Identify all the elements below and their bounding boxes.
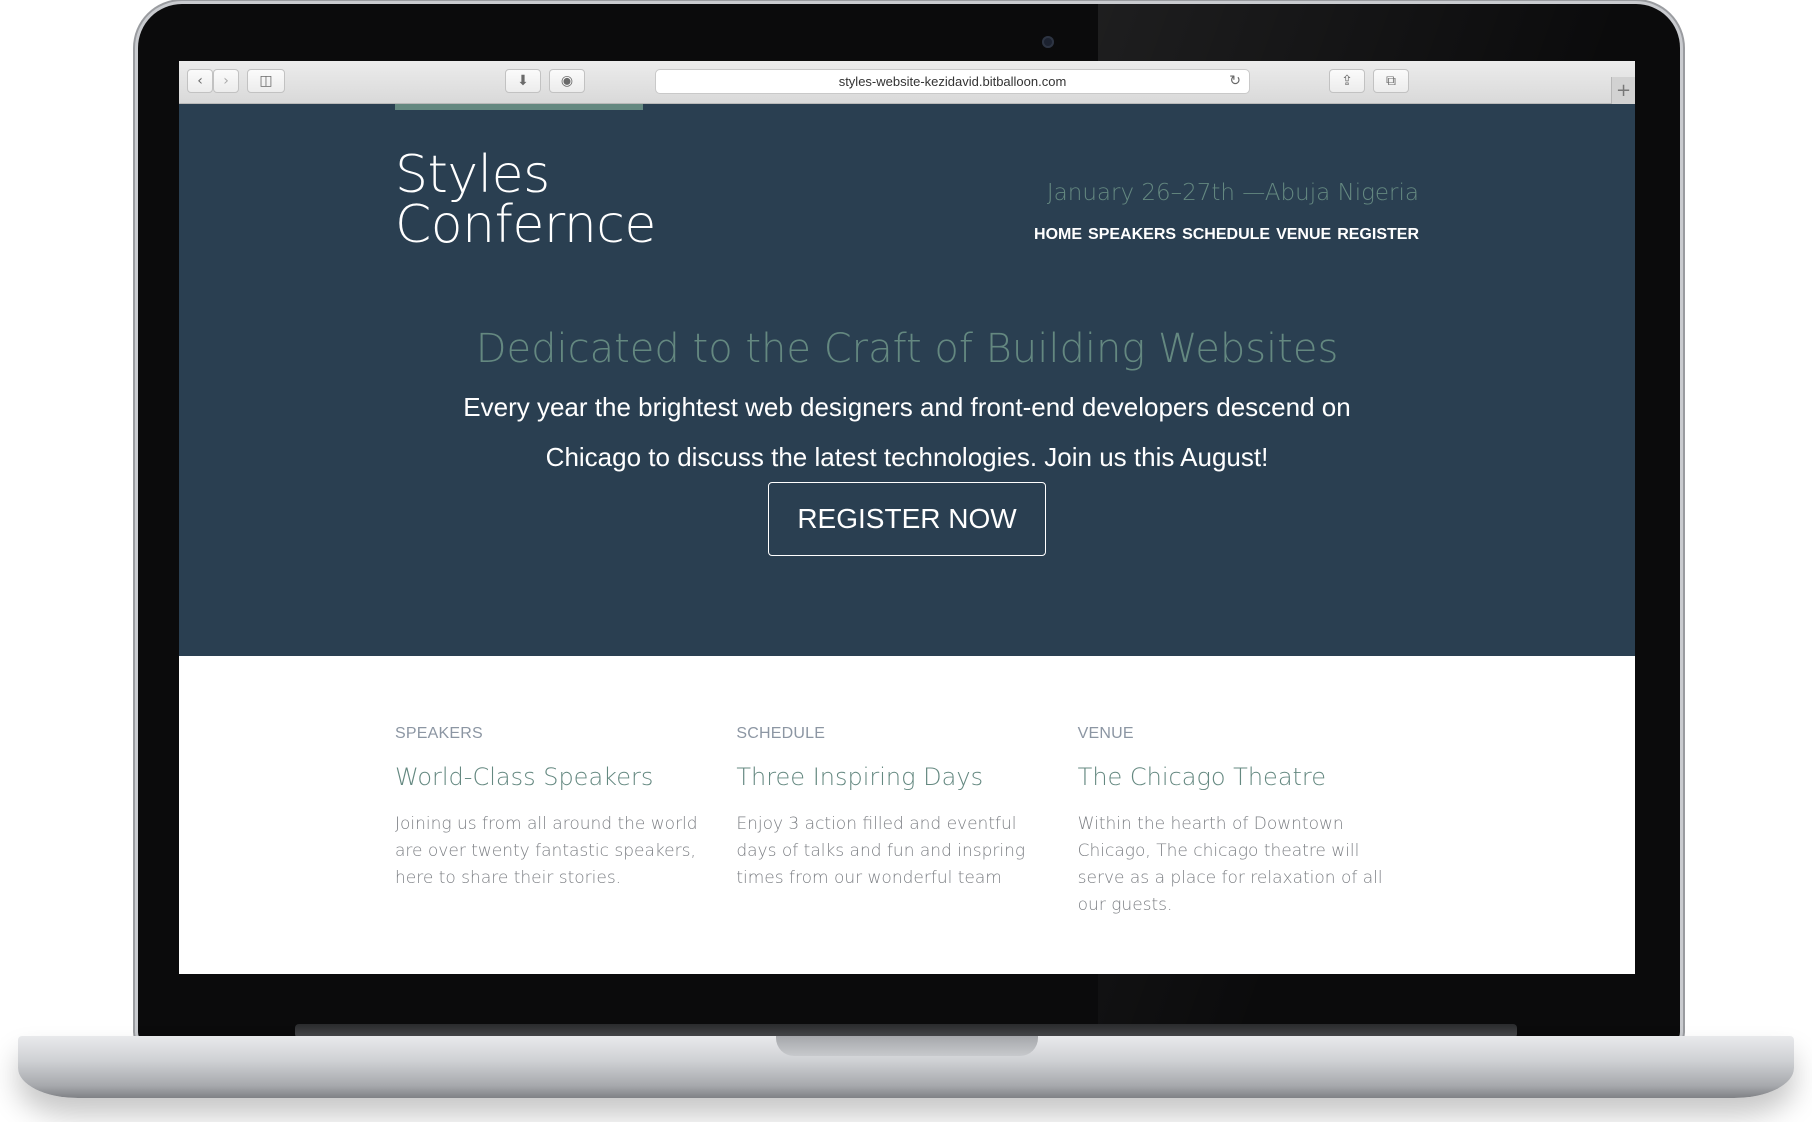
features-section: SPEAKERS World-Class Speakers Joining us… [395, 656, 1419, 974]
nav-item-register[interactable]: REGISTER [1337, 226, 1419, 244]
camera-icon [1042, 36, 1054, 48]
hero-title: Dedicated to the Craft of Building Websi… [475, 326, 1339, 372]
new-tab-button[interactable]: + [1611, 77, 1635, 104]
back-button[interactable]: ‹ [187, 69, 213, 93]
feature-label: SPEAKERS [395, 725, 483, 742]
hero-section: Styles Confernce January 26–27th —Abuja … [179, 104, 1635, 656]
feature-title[interactable]: World-Class Speakers [395, 763, 706, 791]
chevron-right-icon: › [223, 73, 229, 89]
plus-icon: + [1615, 80, 1632, 101]
feature-schedule: SCHEDULE Three Inspiring Days Enjoy 3 ac… [736, 656, 1077, 974]
nav-item-speakers[interactable]: SPEAKERS [1088, 226, 1176, 244]
forward-button[interactable]: › [213, 69, 239, 93]
logo-line-2: Confernce [395, 195, 656, 255]
screen: ‹ › ◫ ⬇ ◉ styles-website-kezidavid.bitba… [179, 61, 1635, 974]
tabs-button[interactable]: ⧉ [1373, 69, 1409, 93]
sidebar-button[interactable]: ◫ [247, 69, 285, 93]
hero-text: Every year the brightest web designers a… [463, 392, 1351, 472]
site-logo[interactable]: Styles Confernce [395, 145, 695, 255]
share-icon: ⇪ [1341, 73, 1353, 89]
chevron-left-icon: ‹ [197, 73, 203, 89]
url-text: styles-website-kezidavid.bitballoon.com [838, 74, 1067, 89]
download-button[interactable]: ⬇ [505, 69, 541, 93]
feature-venue: VENUE The Chicago Theatre Within the hea… [1078, 656, 1419, 974]
nav-item-venue[interactable]: VENUE [1276, 226, 1331, 244]
feature-label: VENUE [1077, 725, 1134, 742]
shield-icon: ◉ [560, 73, 574, 89]
feature-speakers: SPEAKERS World-Class Speakers Joining us… [395, 656, 736, 974]
sidebar-icon: ◫ [259, 73, 273, 89]
feature-title[interactable]: The Chicago Theatre [1078, 763, 1389, 791]
browser-toolbar: ‹ › ◫ ⬇ ◉ styles-website-kezidavid.bitba… [179, 61, 1635, 104]
feature-title[interactable]: Three Inspiring Days [736, 763, 1047, 791]
share-button[interactable]: ⇪ [1329, 69, 1365, 93]
register-now-button[interactable]: REGISTER NOW [768, 482, 1046, 556]
logo-line-1: Styles [395, 145, 550, 205]
feature-text: Joining us from all around the world are… [395, 814, 698, 888]
url-bar[interactable]: styles-website-kezidavid.bitballoon.com … [655, 69, 1250, 94]
feature-label: SCHEDULE [736, 725, 826, 742]
accent-bar [395, 104, 643, 110]
tabs-icon: ⧉ [1386, 73, 1396, 89]
reload-icon[interactable]: ↻ [1229, 73, 1241, 89]
main-nav: HOME SPEAKERS SCHEDULE VENUE REGISTER [1034, 226, 1419, 244]
nav-item-home[interactable]: HOME [1034, 226, 1082, 244]
event-date: January 26–27th —Abuja Nigeria [1046, 180, 1419, 206]
laptop-notch [776, 1036, 1038, 1056]
feature-text: Enjoy 3 action filled and eventful days … [736, 814, 1026, 888]
shield-button[interactable]: ◉ [549, 69, 585, 93]
feature-text: Within the hearth of Downtown Chicago, T… [1077, 814, 1383, 915]
nav-item-schedule[interactable]: SCHEDULE [1182, 226, 1270, 244]
download-icon: ⬇ [517, 73, 529, 89]
